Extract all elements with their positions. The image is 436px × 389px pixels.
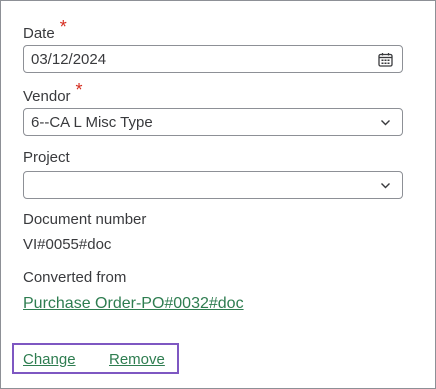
vendor-select[interactable]: 6--CA L Misc Type	[23, 108, 403, 136]
converted-from-label: Converted from	[23, 269, 127, 286]
date-label: Date *	[23, 18, 67, 43]
vendor-label-text: Vendor	[23, 88, 71, 105]
chevron-down-icon[interactable]	[378, 178, 393, 193]
project-label-text: Project	[23, 149, 70, 166]
date-field[interactable]: 03/12/2024	[23, 45, 403, 73]
date-label-text: Date	[23, 25, 55, 42]
document-number-label: Document number	[23, 211, 147, 228]
vendor-label: Vendor *	[23, 81, 83, 106]
date-value: 03/12/2024	[31, 51, 107, 68]
remove-link[interactable]: Remove	[109, 351, 165, 369]
project-label: Project	[23, 149, 70, 167]
document-number-value: VI#0055#doc	[23, 236, 112, 253]
change-link[interactable]: Change	[23, 351, 76, 369]
vendor-required-mark: *	[75, 80, 83, 100]
vendor-value: 6--CA L Misc Type	[31, 114, 153, 131]
form-panel: Date * 03/12/2024 Vendor * 6--CA L Misc Ty…	[0, 0, 436, 389]
chevron-down-icon[interactable]	[378, 115, 393, 130]
converted-from-link[interactable]: Purchase Order-PO#0032#doc	[23, 295, 244, 313]
project-select[interactable]	[23, 171, 403, 199]
calendar-icon[interactable]	[378, 52, 393, 67]
date-required-mark: *	[59, 17, 67, 37]
